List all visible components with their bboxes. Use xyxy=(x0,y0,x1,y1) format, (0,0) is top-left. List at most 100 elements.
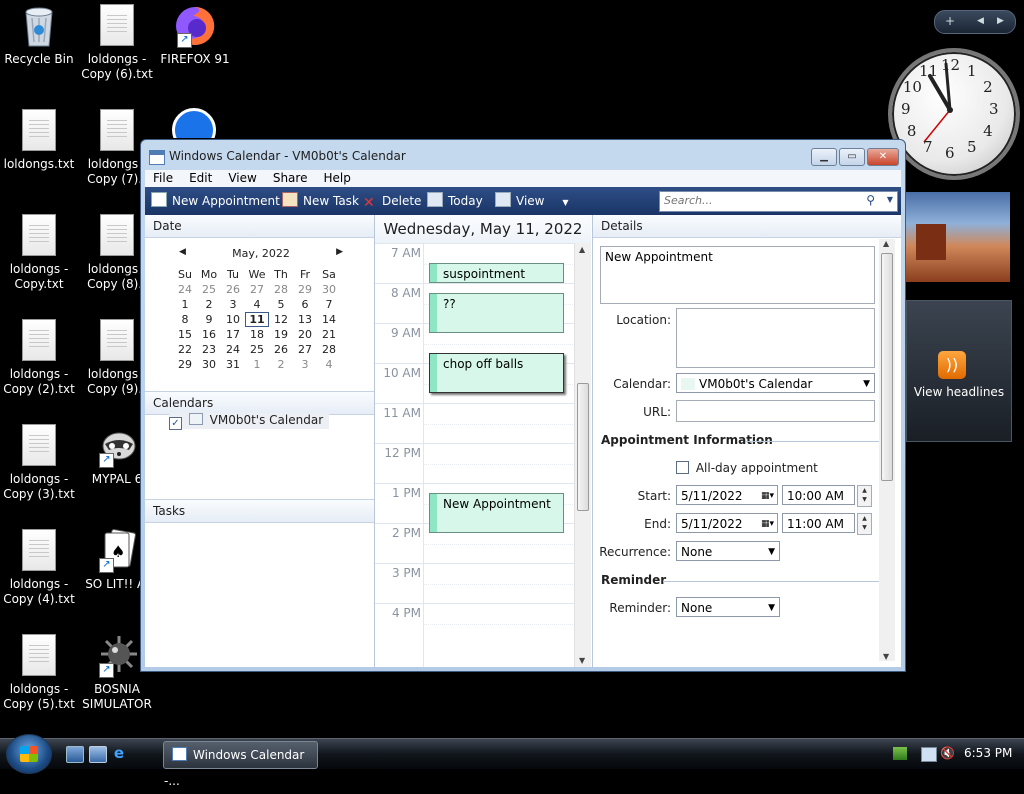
calendar-day[interactable]: 9 xyxy=(197,312,221,327)
date-picker-icon[interactable]: ▦▾ xyxy=(761,486,774,506)
taskbar-clock[interactable]: 6:53 PM xyxy=(964,746,1012,760)
clock-gadget[interactable]: 12 1 2 3 4 5 6 7 8 9 10 11 xyxy=(888,48,1020,180)
title-bar[interactable]: Windows Calendar - VM0b0t's Calendar ▁ ▭… xyxy=(141,140,905,170)
scrollbar-thumb[interactable] xyxy=(577,383,589,511)
appointment-title-field[interactable]: New Appointment xyxy=(600,246,875,304)
start-time-spinner[interactable]: ▲ ▼ xyxy=(857,485,872,507)
hour-row[interactable]: 3 PM xyxy=(375,563,575,604)
new-task-button[interactable]: New Task xyxy=(282,187,359,215)
close-button[interactable]: ✕ xyxy=(867,148,899,166)
next-icon[interactable]: ▶ xyxy=(997,16,1004,26)
calendar-day[interactable]: 31 xyxy=(221,357,245,372)
desktop-icon-text-file[interactable]: loldongs - Copy (2).txt xyxy=(0,315,78,397)
calendar-day[interactable]: 1 xyxy=(245,357,269,372)
chevron-down-icon[interactable]: ▼ xyxy=(768,542,775,562)
internet-explorer-icon[interactable]: e xyxy=(111,746,127,761)
calendar-day[interactable]: 10 xyxy=(221,312,245,327)
delete-button[interactable]: ✕ Delete xyxy=(363,187,421,215)
desktop-icon-text-file[interactable]: loldongs.txt xyxy=(0,105,78,172)
calendar-day[interactable]: 3 xyxy=(293,357,317,372)
calendar-day[interactable]: 30 xyxy=(317,282,341,297)
appointment-block[interactable]: chop off balls xyxy=(429,353,564,393)
end-date-picker[interactable]: 5/11/2022 ▦▾ xyxy=(676,513,778,533)
calendar-day[interactable]: 4 xyxy=(245,297,269,312)
next-month-icon[interactable]: ▶ xyxy=(336,247,343,257)
calendar-day[interactable]: 15 xyxy=(173,327,197,342)
mini-calendar[interactable]: ◀ May, 2022 ▶ Su Mo Tu We Th Fr Sa 24 25 26 27 28 29… xyxy=(173,247,349,372)
desktop-icon-text-file[interactable]: loldongs - Copy (4).txt xyxy=(0,525,78,607)
menu-view[interactable]: View xyxy=(220,170,264,187)
taskbar-button-windows-calendar[interactable]: Windows Calendar -... xyxy=(163,741,318,788)
previous-month-icon[interactable]: ◀ xyxy=(179,247,186,257)
scrollbar-thumb[interactable] xyxy=(881,253,893,481)
url-field[interactable] xyxy=(676,400,875,422)
switch-windows-icon[interactable] xyxy=(89,746,107,763)
calendar-day[interactable]: 28 xyxy=(269,282,293,297)
all-day-checkbox-row[interactable]: All-day appointment xyxy=(676,461,818,475)
calendar-day[interactable]: 7 xyxy=(317,297,341,312)
start-button[interactable] xyxy=(6,734,52,774)
day-view-scrollbar[interactable]: ▲ ▼ xyxy=(574,243,591,667)
calendar-day[interactable]: 17 xyxy=(221,327,245,342)
start-date-picker[interactable]: 5/11/2022 ▦▾ xyxy=(676,485,778,505)
desktop-icon-recycle-bin[interactable]: Recycle Bin xyxy=(0,0,78,67)
calendar-day[interactable]: 14 xyxy=(317,312,341,327)
add-gadget-button[interactable]: + xyxy=(945,14,955,28)
calendar-day[interactable]: 25 xyxy=(245,342,269,357)
today-button[interactable]: Today xyxy=(427,187,483,215)
calendar-day[interactable]: 27 xyxy=(245,282,269,297)
hour-row[interactable]: 4 PM xyxy=(375,603,575,644)
desktop-icon-text-file[interactable]: loldongs - Copy.txt xyxy=(0,210,78,292)
view-button[interactable]: View ▼ xyxy=(495,187,568,215)
calendar-day[interactable]: 20 xyxy=(293,327,317,342)
hour-row[interactable]: 11 AM xyxy=(375,403,575,444)
calendar-select[interactable]: VM0b0t's Calendar ▼ xyxy=(676,373,875,393)
calendar-day[interactable]: 24 xyxy=(173,282,197,297)
recurrence-select[interactable]: None ▼ xyxy=(676,541,780,561)
minimize-button[interactable]: ▁ xyxy=(811,148,837,166)
calendar-day[interactable]: 1 xyxy=(173,297,197,312)
calendar-day[interactable]: 6 xyxy=(293,297,317,312)
calendar-day[interactable]: 21 xyxy=(317,327,341,342)
all-day-checkbox[interactable] xyxy=(676,461,689,474)
calendar-day[interactable]: 3 xyxy=(221,297,245,312)
search-options-icon[interactable]: ▼ xyxy=(887,195,893,204)
menu-help[interactable]: Help xyxy=(315,170,358,187)
volume-muted-icon[interactable]: 🔇 xyxy=(940,747,955,760)
calendar-day[interactable]: 5 xyxy=(269,297,293,312)
calendar-day[interactable]: 25 xyxy=(197,282,221,297)
scroll-down-icon[interactable]: ▼ xyxy=(579,656,585,665)
appointment-block[interactable]: ?? xyxy=(429,293,564,333)
calendar-day[interactable]: 30 xyxy=(197,357,221,372)
calendar-window[interactable]: Windows Calendar - VM0b0t's Calendar ▁ ▭… xyxy=(140,139,906,672)
desktop-icon-firefox[interactable]: ↗ FIREFOX 91 xyxy=(156,0,234,67)
calendar-day[interactable]: 8 xyxy=(173,312,197,327)
chevron-down-icon[interactable]: ▼ xyxy=(768,598,775,618)
calendar-day[interactable]: 22 xyxy=(173,342,197,357)
calendar-day[interactable]: 16 xyxy=(197,327,221,342)
calendar-day[interactable]: 29 xyxy=(293,282,317,297)
selected-day[interactable]: 11 xyxy=(245,312,269,327)
calendar-day[interactable]: 23 xyxy=(197,342,221,357)
scroll-up-icon[interactable]: ▲ xyxy=(883,239,889,248)
end-time-spinner[interactable]: ▲ ▼ xyxy=(857,513,872,535)
sidebar-gadget-controls[interactable]: + ◀ ▶ xyxy=(934,10,1016,34)
calendar-day[interactable]: 18 xyxy=(245,327,269,342)
calendar-visible-checkbox[interactable]: ✓ xyxy=(169,417,182,430)
desktop-icon-text-file[interactable]: loldongs - Copy (3).txt xyxy=(0,420,78,502)
calendar-day[interactable]: 28 xyxy=(317,342,341,357)
calendar-day[interactable]: 13 xyxy=(293,312,317,327)
previous-icon[interactable]: ◀ xyxy=(977,16,984,26)
location-field[interactable] xyxy=(676,308,875,368)
chevron-down-icon[interactable]: ▼ xyxy=(562,198,568,207)
hour-row[interactable]: 12 PM xyxy=(375,443,575,484)
calendar-day[interactable]: 26 xyxy=(221,282,245,297)
appointment-block[interactable]: suspointment xyxy=(429,263,564,283)
search-icon[interactable]: ⚲ xyxy=(866,193,875,207)
chrome-icon[interactable] xyxy=(172,108,216,138)
maximize-button[interactable]: ▭ xyxy=(839,148,865,166)
desktop-icon-text-file[interactable]: loldongs - Copy (5).txt xyxy=(0,630,78,712)
reminder-select[interactable]: None ▼ xyxy=(676,597,780,617)
new-appointment-button[interactable]: New Appointment xyxy=(151,187,280,215)
scroll-up-icon[interactable]: ▲ xyxy=(579,245,585,254)
